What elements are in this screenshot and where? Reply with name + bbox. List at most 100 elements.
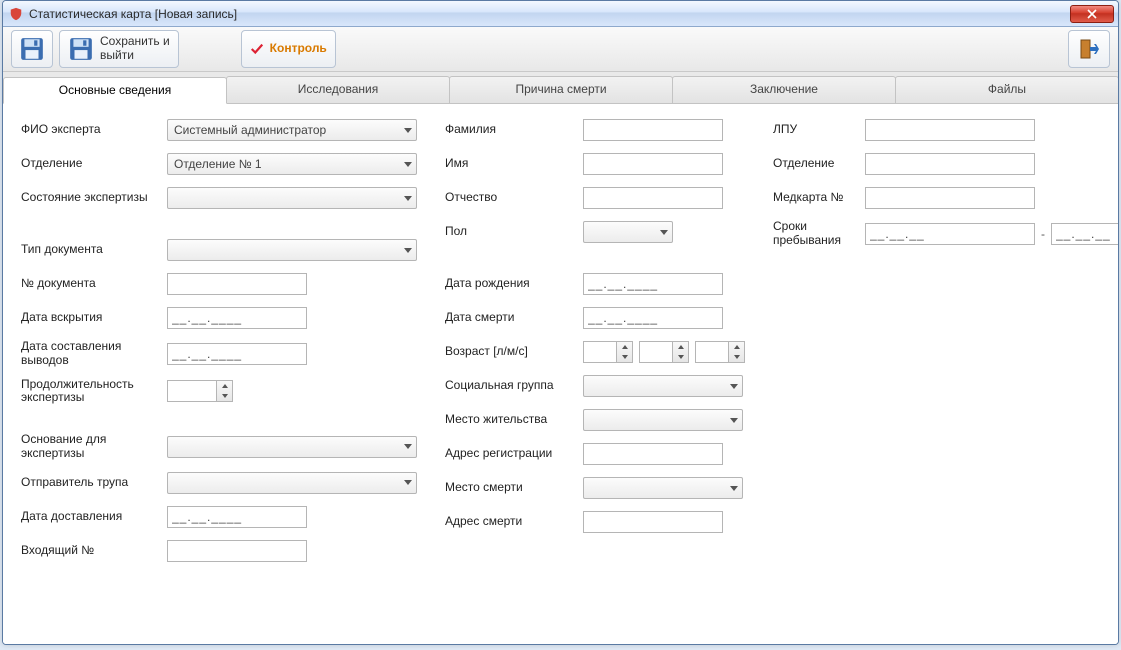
- duration-input[interactable]: [167, 380, 217, 402]
- age-years-input[interactable]: [583, 341, 617, 363]
- check-icon: [250, 42, 264, 56]
- age-label: Возраст [л/м/с]: [445, 345, 583, 359]
- chevron-down-icon: [404, 162, 412, 167]
- control-button[interactable]: Контроль: [241, 30, 336, 68]
- age-months-spinner[interactable]: [673, 341, 689, 363]
- column-right: ЛПУ Отделение Медкарта № Сроки пребывани…: [773, 118, 1119, 630]
- age-days-spinner[interactable]: [729, 341, 745, 363]
- tab-conclusion[interactable]: Заключение: [672, 76, 896, 103]
- patronymic-label: Отчество: [445, 191, 583, 205]
- tab-death-cause[interactable]: Причина смерти: [449, 76, 673, 103]
- age-days-input[interactable]: [695, 341, 729, 363]
- department3-label: Отделение: [773, 157, 865, 171]
- form-area: ФИО эксперта Системный администратор Отд…: [3, 104, 1118, 644]
- close-button[interactable]: [1070, 5, 1114, 23]
- tab-bar: Основные сведения Исследования Причина с…: [3, 72, 1118, 104]
- chevron-down-icon: [660, 230, 668, 235]
- lpu-label: ЛПУ: [773, 123, 865, 137]
- death-addr-label: Адрес смерти: [445, 515, 583, 529]
- doc-type-label: Тип документа: [21, 243, 167, 257]
- doc-type-select[interactable]: [167, 239, 417, 261]
- chevron-down-icon: [404, 444, 412, 449]
- age-years-spinner[interactable]: [617, 341, 633, 363]
- death-input[interactable]: [583, 307, 723, 329]
- toolbar: Сохранить и выйти Контроль: [3, 27, 1118, 72]
- department-select[interactable]: Отделение № 1: [167, 153, 417, 175]
- column-left: ФИО эксперта Системный администратор Отд…: [21, 118, 417, 630]
- expert-fio-label: ФИО эксперта: [21, 123, 167, 137]
- exit-button[interactable]: [1068, 30, 1110, 68]
- medcard-input[interactable]: [865, 187, 1035, 209]
- column-middle: Фамилия Имя Отчество Пол Дата рождения Д…: [445, 118, 745, 630]
- surname-input[interactable]: [583, 119, 723, 141]
- open-date-label: Дата вскрытия: [21, 311, 167, 325]
- surname-label: Фамилия: [445, 123, 583, 137]
- chevron-down-icon: [730, 486, 738, 491]
- duration-label: Продолжительность экспертизы: [21, 378, 167, 406]
- conclusions-date-label: Дата составления выводов: [21, 340, 167, 368]
- floppy-icon: [19, 36, 45, 62]
- stay-label: Сроки пребывания: [773, 220, 865, 248]
- conclusions-date-input[interactable]: [167, 343, 307, 365]
- death-label: Дата смерти: [445, 311, 583, 325]
- control-label: Контроль: [270, 42, 327, 56]
- lpu-input[interactable]: [865, 119, 1035, 141]
- death-addr-input[interactable]: [583, 511, 723, 533]
- exam-state-select[interactable]: [167, 187, 417, 209]
- department3-input[interactable]: [865, 153, 1035, 175]
- gender-label: Пол: [445, 225, 583, 239]
- stay-dash: -: [1041, 227, 1045, 241]
- reg-addr-label: Адрес регистрации: [445, 447, 583, 461]
- doc-no-input[interactable]: [167, 273, 307, 295]
- tab-main-info[interactable]: Основные сведения: [3, 77, 227, 104]
- floppy-icon: [68, 36, 94, 62]
- residence-select[interactable]: [583, 409, 743, 431]
- name-input[interactable]: [583, 153, 723, 175]
- medcard-label: Медкарта №: [773, 191, 865, 205]
- delivery-date-input[interactable]: [167, 506, 307, 528]
- stay-from-input[interactable]: [865, 223, 1035, 245]
- doc-no-label: № документа: [21, 277, 167, 291]
- open-date-input[interactable]: [167, 307, 307, 329]
- age-months-input[interactable]: [639, 341, 673, 363]
- chevron-down-icon: [730, 384, 738, 389]
- exam-state-label: Состояние экспертизы: [21, 191, 167, 205]
- delivery-date-label: Дата доставления: [21, 510, 167, 524]
- titlebar: Статистическая карта [Новая запись]: [3, 1, 1118, 27]
- app-window: Статистическая карта [Новая запись] Сохр…: [2, 0, 1119, 645]
- department-label: Отделение: [21, 157, 167, 171]
- chevron-down-icon: [404, 128, 412, 133]
- window-title: Статистическая карта [Новая запись]: [29, 7, 1070, 21]
- sender-label: Отправитель трупа: [21, 476, 167, 490]
- reg-addr-input[interactable]: [583, 443, 723, 465]
- tab-files[interactable]: Файлы: [895, 76, 1119, 103]
- gender-select[interactable]: [583, 221, 673, 243]
- basis-label: Основание для экспертизы: [21, 433, 167, 461]
- app-shield-icon: [9, 7, 23, 21]
- residence-label: Место жительства: [445, 413, 583, 427]
- basis-select[interactable]: [167, 436, 417, 458]
- name-label: Имя: [445, 157, 583, 171]
- incoming-no-label: Входящий №: [21, 544, 167, 558]
- expert-fio-select[interactable]: Системный администратор: [167, 119, 417, 141]
- death-place-label: Место смерти: [445, 481, 583, 495]
- death-place-select[interactable]: [583, 477, 743, 499]
- save-and-exit-button[interactable]: Сохранить и выйти: [59, 30, 179, 68]
- save-button[interactable]: [11, 30, 53, 68]
- chevron-down-icon: [730, 418, 738, 423]
- social-select[interactable]: [583, 375, 743, 397]
- incoming-no-input[interactable]: [167, 540, 307, 562]
- patronymic-input[interactable]: [583, 187, 723, 209]
- birth-input[interactable]: [583, 273, 723, 295]
- tab-research[interactable]: Исследования: [226, 76, 450, 103]
- chevron-down-icon: [404, 196, 412, 201]
- birth-label: Дата рождения: [445, 277, 583, 291]
- chevron-down-icon: [404, 480, 412, 485]
- chevron-down-icon: [404, 248, 412, 253]
- social-label: Социальная группа: [445, 379, 583, 393]
- stay-to-input[interactable]: [1051, 223, 1119, 245]
- duration-spinner[interactable]: [217, 380, 233, 402]
- close-icon: [1087, 9, 1097, 19]
- sender-select[interactable]: [167, 472, 417, 494]
- exit-door-icon: [1077, 37, 1101, 61]
